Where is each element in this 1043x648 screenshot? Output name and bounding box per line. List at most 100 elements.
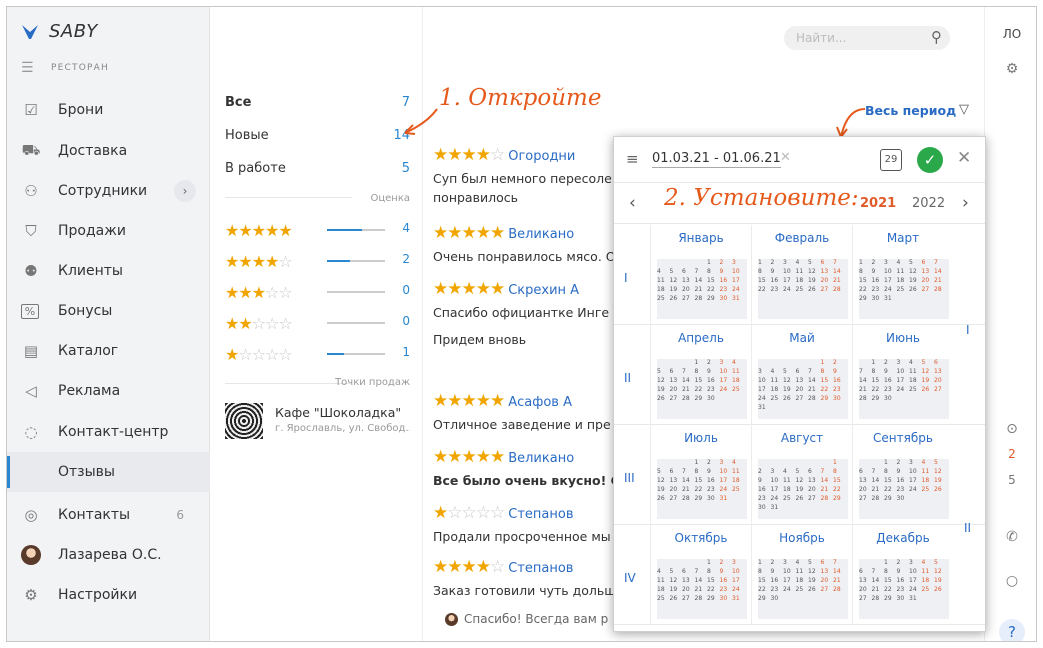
- month-cell[interactable]: Октябрь 1 2 3 4 5 6 7 8 9 10 11 12 13 14 15 16 17 18 19 20 2…: [650, 525, 750, 625]
- counter[interactable]: 5: [985, 473, 1036, 487]
- month-title[interactable]: Август: [752, 431, 852, 445]
- nav-employees[interactable]: ⚇ Сотрудники ›: [7, 171, 210, 211]
- chevron-right-icon[interactable]: ›: [174, 180, 196, 202]
- filter-all[interactable]: Все 7: [225, 95, 410, 110]
- month-title[interactable]: Октябрь: [651, 531, 751, 545]
- review-item[interactable]: ★★★★☆ Огородни Суп был немного пересоле по…: [433, 145, 623, 207]
- nav-bonuses[interactable]: % Бонусы: [7, 291, 210, 331]
- filter-funnel-icon[interactable]: ▽: [959, 102, 969, 117]
- calendar-day-icon[interactable]: 29: [880, 149, 902, 171]
- month-title[interactable]: Декабрь: [853, 531, 953, 545]
- review-author[interactable]: Великано: [508, 227, 574, 242]
- nav-sales[interactable]: ⛉ Продажи: [7, 211, 210, 251]
- review-author[interactable]: Великано: [508, 451, 574, 466]
- rating-filter-row[interactable]: ★★★★☆ 2: [225, 252, 410, 271]
- quarter-label[interactable]: I: [624, 271, 628, 285]
- nav-settings[interactable]: ⚙ Настройки: [7, 575, 210, 615]
- month-cell[interactable]: Сентябрь 1 2 3 4 5 6 7 8 9 10 11 12 13 14 15 16 17 18 19 20…: [852, 425, 952, 525]
- apply-check-icon[interactable]: ✓: [917, 147, 943, 173]
- filter-in-progress[interactable]: В работе 5: [225, 161, 410, 176]
- nav-catalog[interactable]: ▤ Каталог: [7, 331, 210, 371]
- month-cell[interactable]: Март 1 2 3 4 5 6 7 8 9 10 11 12 13 14 15 16 17 18 19 20 21 22…: [852, 225, 952, 325]
- month-days[interactable]: 1 2 3 4 5 6 7 8 9 10 11 12 13 14 15 16 17 18 19 20 21 22 23 24 2…: [657, 359, 747, 419]
- year-current[interactable]: 2021: [860, 196, 896, 211]
- clear-icon[interactable]: ✕: [780, 150, 791, 165]
- month-days[interactable]: 1 2 3 4 5 6 7 8 9 10 11 12 13 14 15 16 17 18 19 20 21 22 23 24 2…: [859, 459, 949, 519]
- close-icon[interactable]: ✕: [957, 148, 971, 168]
- month-cell[interactable]: Февраль 1 2 3 4 5 6 7 8 9 10 11 12 13 14 15 16 17 18 19 20 2…: [751, 225, 851, 325]
- review-item[interactable]: ★★★★★ Асафов А Отличное заведение и пре: [433, 391, 623, 434]
- help-circle-icon[interactable]: ⊙: [985, 421, 1036, 437]
- month-days[interactable]: 1 2 3 4 5 6 7 8 9 10 11 12 13 14 15 16 17 18 19 20 21 22 23 24 2…: [859, 559, 949, 619]
- review-item[interactable]: ★★★★★ Великано Очень понравилось мясо. О: [433, 223, 623, 266]
- month-days[interactable]: 1 2 3 4 5 6 7 8 9 10 11 12 13 14 15 16 17 18 19 20 21 22 23 24 2…: [859, 359, 949, 419]
- month-title[interactable]: Июнь: [853, 331, 953, 345]
- month-days[interactable]: 1 2 3 4 5 6 7 8 9 10 11 12 13 14 15 16 17 18 19 20 21 22 23 24 2…: [657, 559, 747, 619]
- quarter-label[interactable]: II: [624, 371, 631, 385]
- nav-ads[interactable]: ◁ Реклама: [7, 371, 210, 411]
- review-author[interactable]: Асафов А: [508, 395, 572, 410]
- month-title[interactable]: Февраль: [752, 231, 852, 245]
- month-days[interactable]: 1 2 3 4 5 6 7 8 9 10 11 12 13 14 15 16 17 18 19 20 21 22 23 24 2…: [758, 259, 848, 319]
- counter-red[interactable]: 2: [985, 447, 1036, 461]
- month-days[interactable]: 1 2 3 4 5 6 7 8 9 10 11 12 13 14 15 16 17 18 19 20 21 22 23 24 2…: [657, 259, 747, 319]
- month-title[interactable]: Январь: [651, 231, 751, 245]
- month-days[interactable]: 1 2 3 4 5 6 7 8 9 10 11 12 13 14 15 16 17 18 19 20 21 22 23 24 2…: [859, 259, 949, 319]
- month-title[interactable]: Апрель: [651, 331, 751, 345]
- month-days[interactable]: 1 2 3 4 5 6 7 8 9 10 11 12 13 14 15 16 17 18 19 20 21 22 23 24 2…: [758, 559, 848, 619]
- month-cell[interactable]: Июль 1 2 3 4 5 6 7 8 9 10 11 12 13 14 15 16 17 18 19 20 21 22…: [650, 425, 750, 525]
- half-year-1[interactable]: I: [966, 323, 970, 337]
- review-author[interactable]: Огородни: [508, 149, 575, 164]
- quarter-label[interactable]: III: [624, 471, 635, 485]
- month-cell[interactable]: Апрель 1 2 3 4 5 6 7 8 9 10 11 12 13 14 15 16 17 18 19 20 21…: [650, 325, 750, 425]
- month-cell[interactable]: Январь 1 2 3 4 5 6 7 8 9 10 11 12 13 14 15 16 17 18 19 20 21…: [650, 225, 750, 325]
- month-days[interactable]: 1 2 3 4 5 6 7 8 9 10 11 12 13 14 15 16 17 18 19 20 21 22 23 24 2…: [758, 359, 848, 419]
- rating-filter-row[interactable]: ★★★★★ 4: [225, 221, 410, 240]
- month-title[interactable]: Март: [853, 231, 953, 245]
- nav-contact-center[interactable]: ◌ Контакт-центр: [7, 412, 210, 452]
- settings-gear-icon[interactable]: ⚙: [985, 61, 1036, 77]
- nav-bookings[interactable]: ☑ Брони: [7, 90, 210, 130]
- phone-icon[interactable]: ✆: [985, 529, 1036, 545]
- logo[interactable]: SABY: [21, 21, 98, 42]
- half-year-2[interactable]: II: [964, 521, 971, 535]
- place-item[interactable]: Кафе "Шоколадка" г. Ярославль, ул. Свобо…: [225, 403, 415, 443]
- quarter-label[interactable]: IV: [624, 571, 636, 585]
- nav-contacts[interactable]: ◎ Контакты 6: [7, 495, 210, 535]
- nav-reviews[interactable]: Отзывы: [7, 452, 210, 492]
- search-input[interactable]: Найти... ⚲: [784, 26, 950, 50]
- review-item[interactable]: ★★★★★ Скрехин А Спасибо официантке Инге Пр…: [433, 279, 623, 349]
- review-item[interactable]: ★★★★★ Великано Все было очень вкусно! Сп: [433, 447, 628, 490]
- chevron-right-icon[interactable]: ›: [962, 193, 969, 213]
- month-cell[interactable]: Декабрь 1 2 3 4 5 6 7 8 9 10 11 12 13 14 15 16 17 18 19 20 2…: [852, 525, 952, 625]
- month-cell[interactable]: Май 1 2 3 4 5 6 7 8 9 10 11 12 13 14 15 16 17 18 19 20 21 22 2…: [751, 325, 851, 425]
- month-title[interactable]: Сентябрь: [853, 431, 953, 445]
- chevron-left-icon[interactable]: ‹: [629, 193, 636, 213]
- month-title[interactable]: Май: [752, 331, 852, 345]
- review-author[interactable]: Степанов: [508, 561, 573, 576]
- month-cell[interactable]: Август 1 2 3 4 5 6 7 8 9 10 11 12 13 14 15 16 17 18 19 20 21…: [751, 425, 851, 525]
- period-link[interactable]: Весь период: [865, 103, 956, 118]
- review-author[interactable]: Скрехин А: [508, 283, 579, 298]
- month-days[interactable]: 1 2 3 4 5 6 7 8 9 10 11 12 13 14 15 16 17 18 19 20 21 22 23 24 2…: [657, 459, 747, 519]
- review-author[interactable]: Степанов: [508, 507, 573, 522]
- search-icon[interactable]: ⚲: [931, 28, 942, 46]
- month-cell[interactable]: Ноябрь 1 2 3 4 5 6 7 8 9 10 11 12 13 14 15 16 17 18 19 20 21…: [751, 525, 851, 625]
- month-title[interactable]: Ноябрь: [752, 531, 852, 545]
- month-title[interactable]: Июль: [651, 431, 751, 445]
- review-item[interactable]: ★★★★☆ Степанов Заказ готовили чуть дольш: [433, 557, 623, 600]
- range-input[interactable]: 01.03.21 - 01.06.21: [652, 151, 781, 168]
- nav-profile[interactable]: Лазарева О.С.: [7, 535, 210, 575]
- menu-icon[interactable]: ≡: [626, 150, 639, 168]
- rating-filter-row[interactable]: ★☆☆☆☆ 1: [225, 345, 410, 364]
- year-next[interactable]: 2022: [912, 196, 945, 211]
- help-button[interactable]: ?: [999, 619, 1025, 641]
- month-days[interactable]: 1 2 3 4 5 6 7 8 9 10 11 12 13 14 15 16 17 18 19 20 21 22 23 24 2…: [758, 459, 848, 519]
- filter-new[interactable]: Новые 14: [225, 128, 410, 143]
- rating-filter-row[interactable]: ★★☆☆☆ 0: [225, 314, 410, 333]
- month-cell[interactable]: Июнь 1 2 3 4 5 6 7 8 9 10 11 12 13 14 15 16 17 18 19 20 21 22…: [852, 325, 952, 425]
- chat-bubble-icon[interactable]: ○: [985, 573, 1036, 589]
- review-item[interactable]: ★☆☆☆☆ Степанов Продали просроченное мы: [433, 503, 623, 546]
- rating-filter-row[interactable]: ★★★☆☆ 0: [225, 283, 410, 302]
- nav-delivery[interactable]: ⛟ Доставка: [7, 131, 210, 171]
